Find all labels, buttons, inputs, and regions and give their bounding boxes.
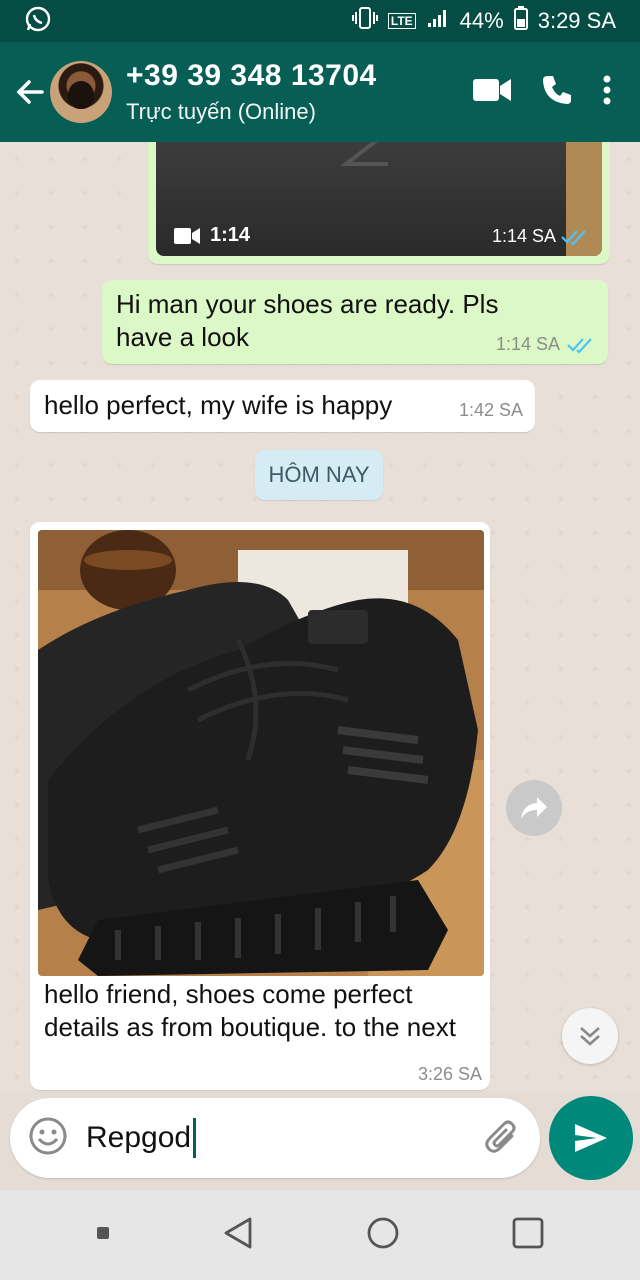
circle-home-icon bbox=[367, 1217, 399, 1248]
shoe-photo[interactable] bbox=[38, 530, 484, 976]
emoji-icon bbox=[29, 1117, 67, 1154]
message-composer[interactable]: Repgod bbox=[10, 1098, 540, 1178]
emoji-button[interactable] bbox=[28, 1116, 68, 1161]
chat-header: +39 39 348 13704 Trực tuyến (Online) bbox=[0, 42, 640, 142]
lte-icon: LTE bbox=[387, 13, 416, 29]
signal-icon bbox=[426, 7, 450, 35]
square-dot-icon bbox=[97, 1226, 109, 1239]
video-camera-icon bbox=[473, 78, 511, 101]
voice-call-button[interactable] bbox=[540, 73, 574, 112]
incoming-message[interactable]: hello perfect, my wife is happy 1:42 SA bbox=[30, 380, 535, 432]
send-button[interactable] bbox=[549, 1096, 633, 1180]
nav-back-button[interactable] bbox=[222, 1216, 254, 1255]
avatar[interactable] bbox=[50, 61, 112, 123]
text-caret bbox=[193, 1118, 197, 1158]
paperclip-icon bbox=[485, 1120, 516, 1153]
clock: 3:29 SA bbox=[537, 8, 616, 33]
date-separator: HÔM NAY bbox=[255, 450, 383, 500]
triangle-back-icon bbox=[224, 1217, 252, 1248]
message-time: 1:14 SA bbox=[495, 334, 560, 354]
contact-name: +39 39 348 13704 bbox=[126, 59, 377, 92]
read-receipt-icon bbox=[561, 229, 586, 246]
message-text: Hi man your shoes are ready. Pls have a … bbox=[116, 289, 499, 352]
message-input-value: Repgod bbox=[86, 1121, 192, 1154]
video-message[interactable]: 1:14 1:14 SA bbox=[148, 142, 610, 264]
scroll-to-bottom-button[interactable] bbox=[562, 1008, 618, 1064]
double-chevron-down-icon bbox=[580, 1027, 600, 1046]
more-vertical-icon bbox=[603, 75, 611, 104]
contact-status: Trực tuyến (Online) bbox=[126, 99, 316, 124]
chat-area[interactable]: 1:14 1:14 SA Hi man your shoes are ready… bbox=[0, 142, 640, 1092]
message-text: hello perfect, my wife is happy bbox=[44, 390, 393, 420]
send-icon bbox=[575, 1124, 607, 1152]
recents-dot-button[interactable] bbox=[96, 1226, 110, 1245]
contact-info[interactable]: +39 39 348 13704 Trực tuyến (Online) bbox=[126, 59, 472, 125]
square-recents-icon bbox=[512, 1217, 544, 1248]
nav-home-button[interactable] bbox=[366, 1216, 400, 1255]
message-time: 3:26 SA bbox=[417, 1064, 482, 1084]
outgoing-message[interactable]: Hi man your shoes are ready. Pls have a … bbox=[102, 280, 608, 364]
vibrate-icon bbox=[351, 6, 378, 36]
forward-icon bbox=[521, 797, 547, 819]
message-time: 1:42 SA bbox=[458, 400, 523, 420]
read-receipt-icon bbox=[567, 337, 592, 354]
video-duration: 1:14 bbox=[210, 224, 251, 246]
back-button[interactable] bbox=[0, 42, 46, 142]
attach-button[interactable] bbox=[482, 1116, 522, 1161]
battery-level: 44% bbox=[459, 8, 504, 33]
more-options-button[interactable] bbox=[602, 74, 612, 111]
video-call-button[interactable] bbox=[472, 76, 512, 109]
battery-icon bbox=[513, 6, 528, 36]
android-navigation-bar bbox=[0, 1190, 640, 1280]
whatsapp-icon bbox=[24, 5, 52, 38]
phone-icon bbox=[543, 75, 571, 104]
message-input[interactable]: Repgod bbox=[86, 1118, 482, 1158]
forward-button[interactable] bbox=[506, 780, 562, 836]
video-icon bbox=[174, 227, 200, 244]
image-message[interactable]: hello friend, shoes come perfect details… bbox=[30, 522, 490, 1090]
status-bar: LTE 44% 3:29 SA bbox=[0, 0, 640, 42]
image-caption: hello friend, shoes come perfect details… bbox=[44, 979, 456, 1042]
message-time: 1:14 SA bbox=[491, 226, 556, 246]
back-arrow-icon bbox=[16, 80, 44, 104]
nav-recents-button[interactable] bbox=[512, 1217, 544, 1254]
